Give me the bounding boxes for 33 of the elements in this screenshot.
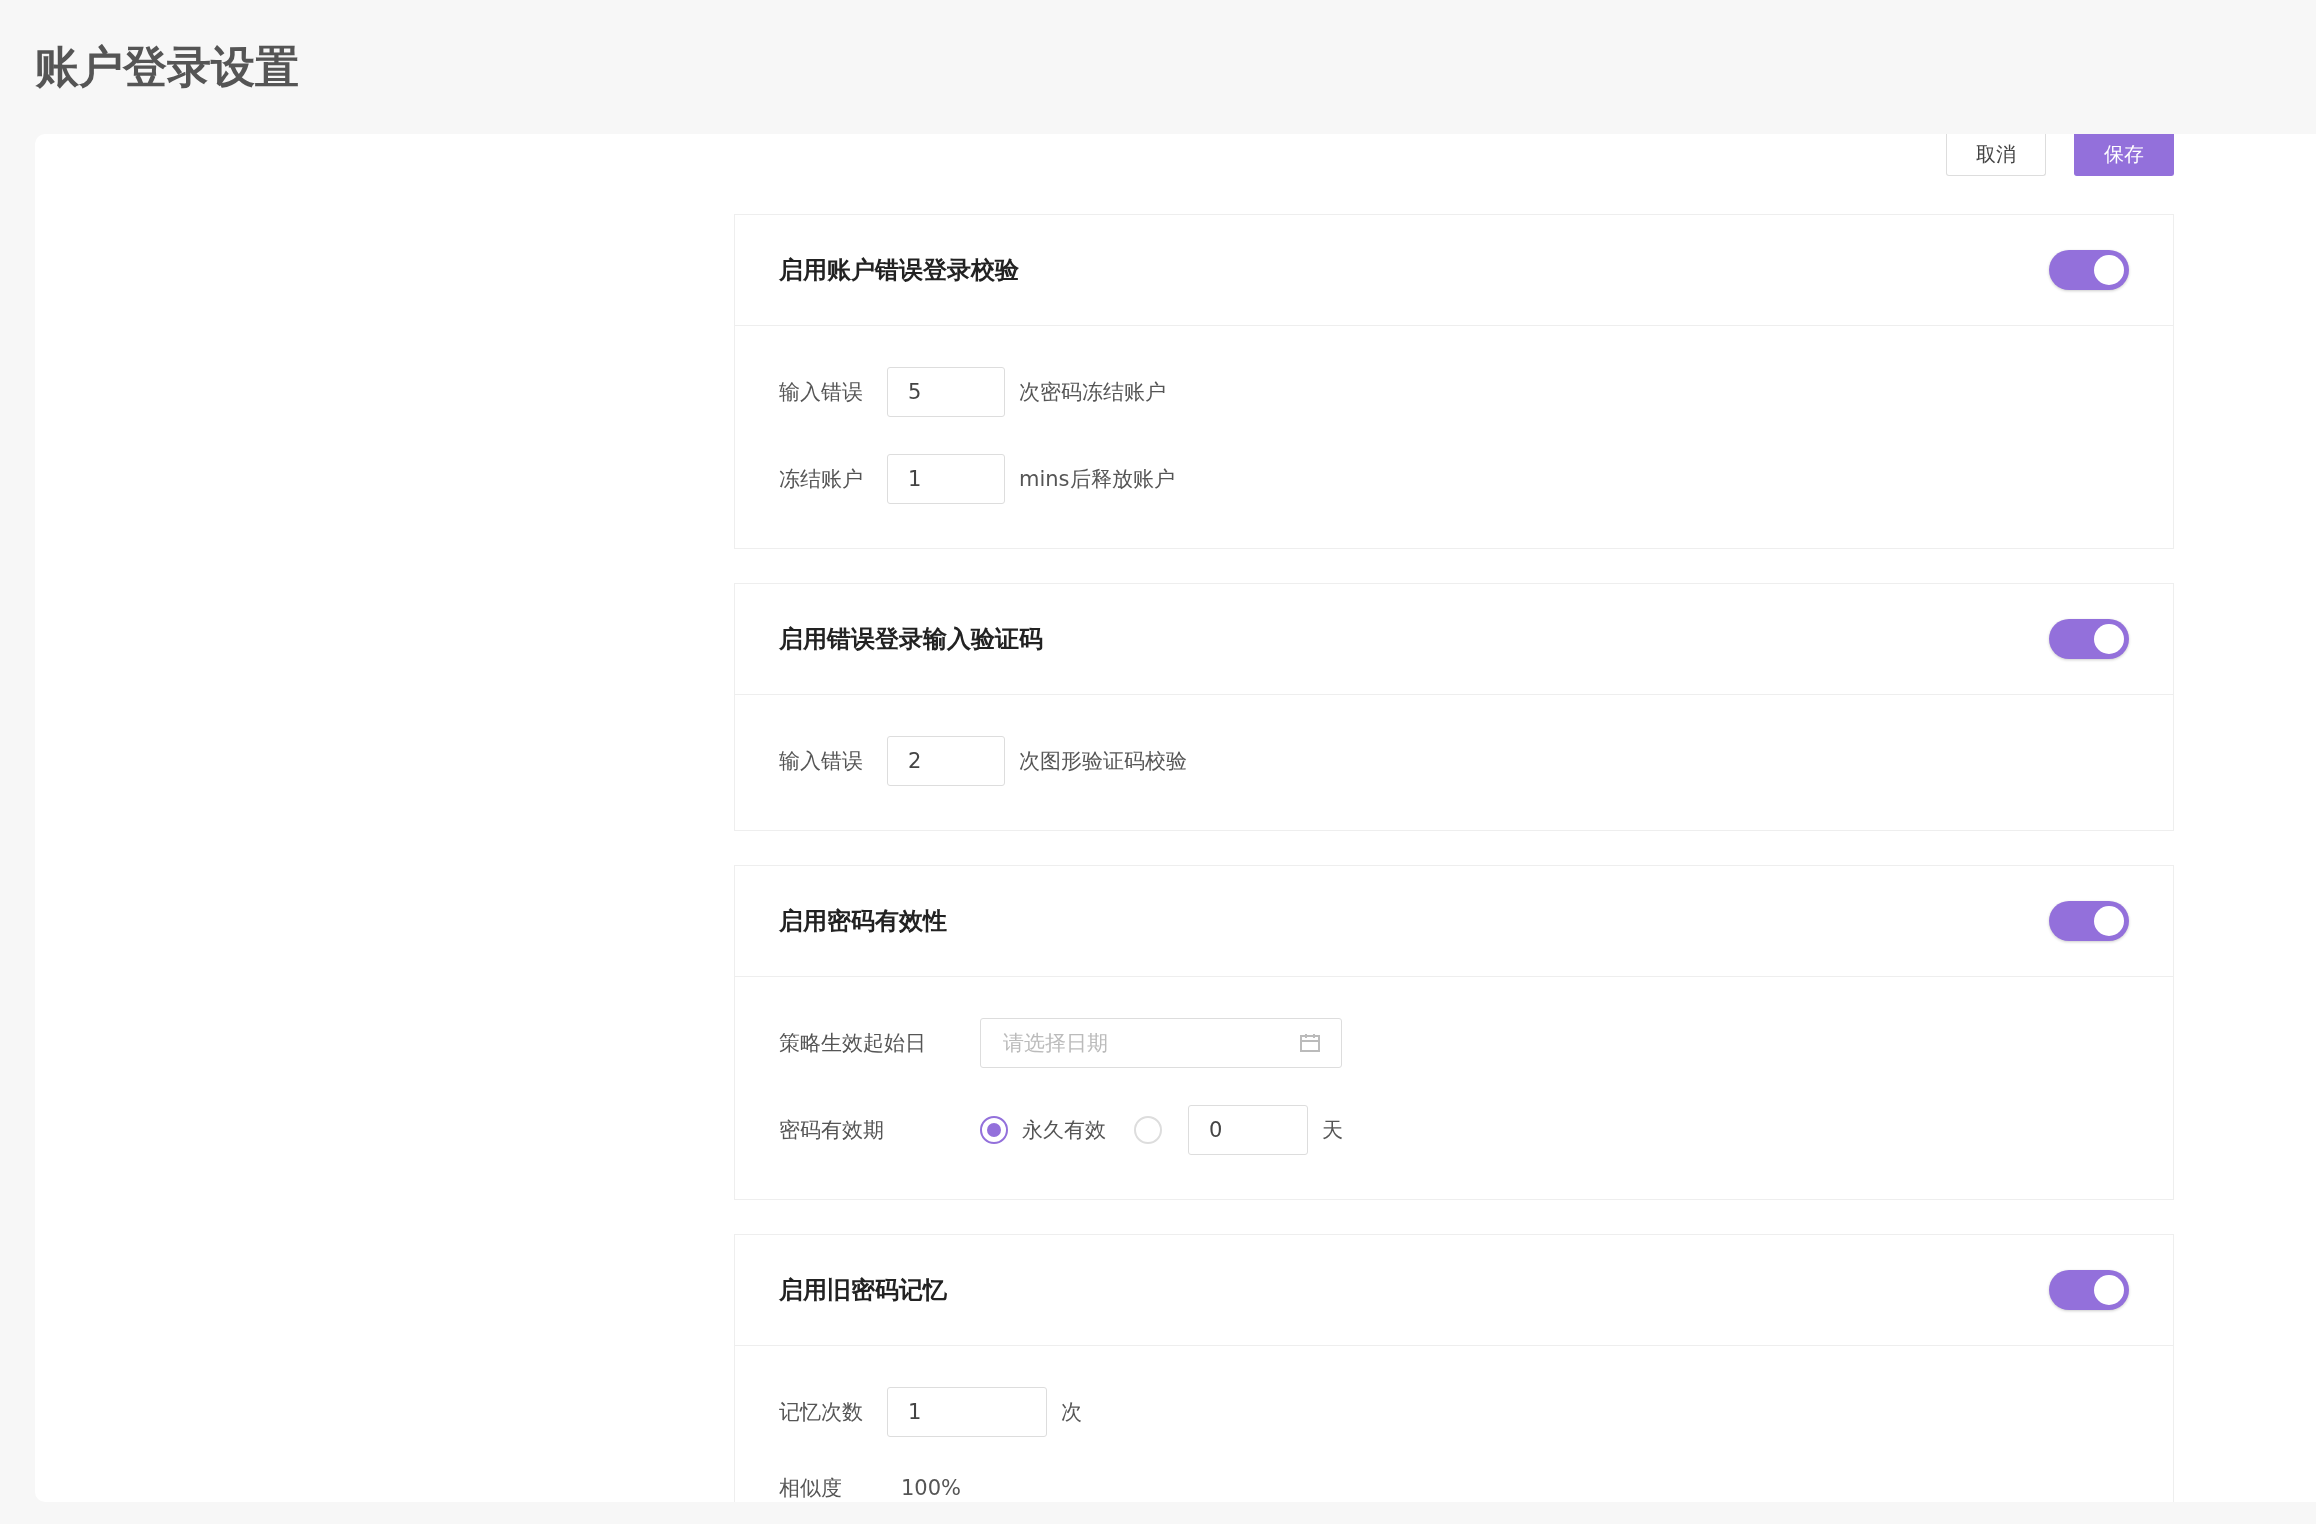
toggle-switch[interactable] <box>2049 619 2129 659</box>
save-button[interactable]: 保存 <box>2074 134 2174 176</box>
radio-button[interactable] <box>980 1116 1008 1144</box>
similarity-value: 100% <box>901 1476 963 1500</box>
field-label: 输入错误 <box>779 748 863 775</box>
field-label: 记忆次数 <box>779 1399 863 1426</box>
section-title: 启用账户错误登录校验 <box>779 255 1019 286</box>
unit-label: 次 <box>1061 1399 1082 1426</box>
unit-label: 次图形验证码校验 <box>1019 748 1187 775</box>
section-title: 启用旧密码记忆 <box>779 1275 947 1306</box>
field-label: 相似度 <box>779 1475 843 1502</box>
cancel-button[interactable]: 取消 <box>1946 134 2046 176</box>
section-title: 启用密码有效性 <box>779 906 947 937</box>
input-field[interactable]: 1 <box>887 1387 1047 1437</box>
field-label: 冻结账户 <box>779 466 863 493</box>
field-label: 策略生效起始日 <box>779 1030 926 1057</box>
field-label: 输入错误 <box>779 379 863 406</box>
unit-label: 天 <box>1322 1117 1343 1144</box>
input-field[interactable]: 1 <box>887 454 1005 504</box>
option-label: 永久有效 <box>1022 1117 1106 1144</box>
unit-label: 次密码冻结账户 <box>1019 379 1166 406</box>
date-field[interactable]: 请选择日期 <box>980 1018 1342 1068</box>
field-label: 密码有效期 <box>779 1117 885 1144</box>
days-field[interactable]: 0 <box>1188 1105 1308 1155</box>
input-field[interactable]: 2 <box>887 736 1005 786</box>
section-title: 启用错误登录输入验证码 <box>779 624 1043 655</box>
calendar-icon <box>1300 1034 1320 1052</box>
unit-label: mins后释放账户 <box>1019 466 1175 493</box>
toggle-switch[interactable] <box>2049 1270 2129 1310</box>
input-field[interactable]: 5 <box>887 367 1005 417</box>
toggle-switch[interactable] <box>2049 250 2129 290</box>
toggle-switch[interactable] <box>2049 901 2129 941</box>
page-title: 账户登录设置 <box>35 39 299 94</box>
